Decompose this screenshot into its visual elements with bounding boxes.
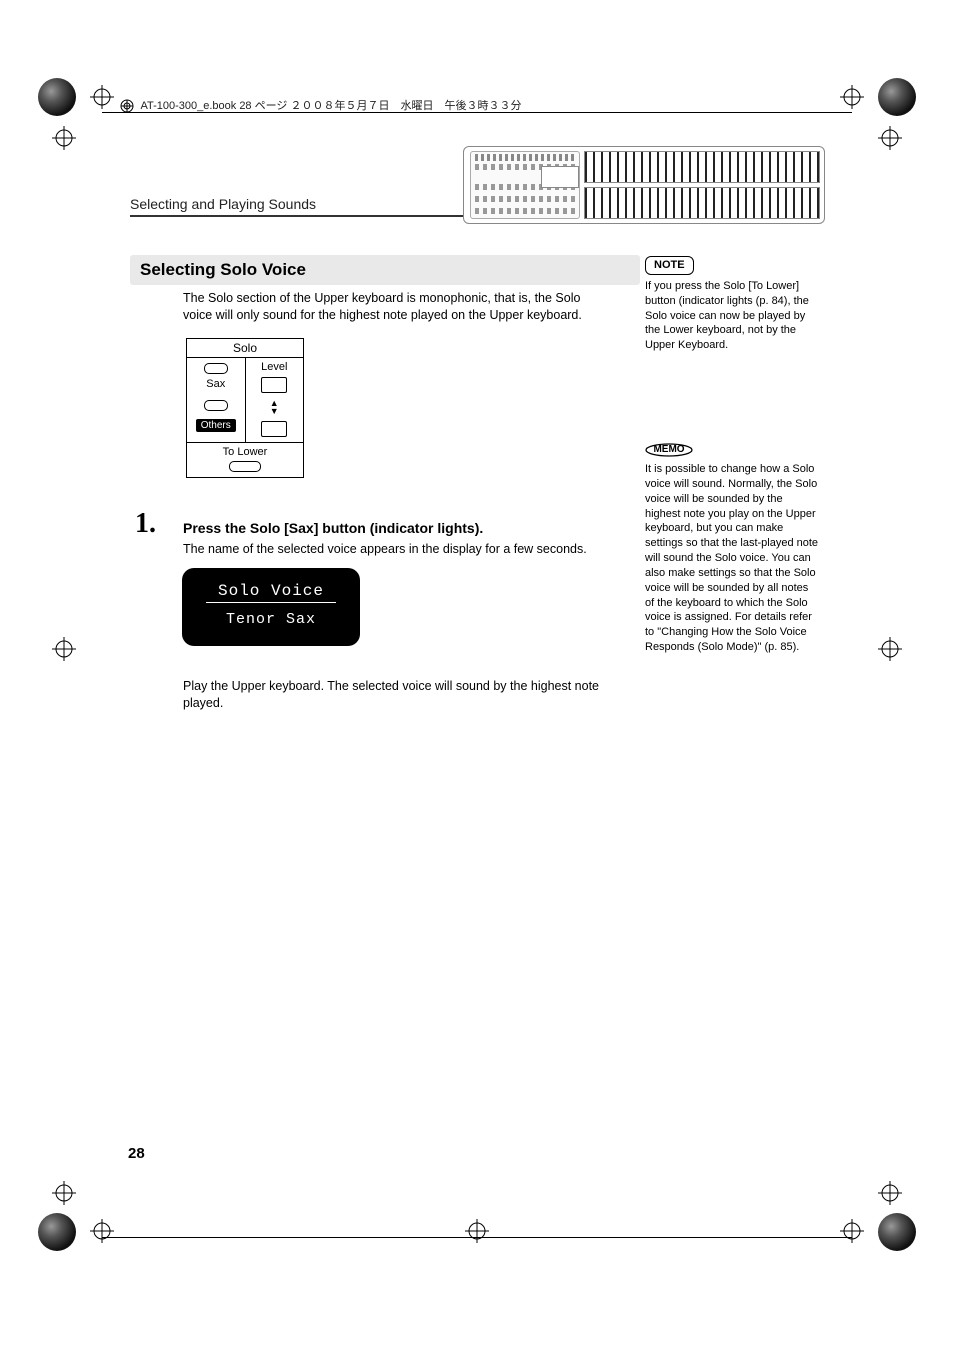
crop-mark [90,85,114,109]
level-up-button-icon [261,377,287,393]
registration-dot-tr [878,78,916,116]
registration-dot-tl [38,78,76,116]
to-lower-button-icon [229,461,261,472]
footer-rule [102,1237,852,1238]
level-label: Level [261,361,287,373]
sax-label: Sax [206,378,225,390]
note-block: NOTE If you press the Solo [To Lower] bu… [645,256,820,353]
section-heading: Selecting Solo Voice [130,255,640,285]
others-led-icon [204,400,228,411]
header-rule [102,112,852,113]
registration-dot-bl [38,1213,76,1251]
lcd-display: Solo Voice Tenor Sax [186,572,356,642]
memo-block: MEMO It is possible to change how a Solo… [645,440,820,655]
memo-text: It is possible to change how a Solo voic… [645,462,820,655]
print-header-meta: AT-100-300_e.book 28 ページ ２００８年５月７日 水曜日 午… [120,97,521,113]
running-head: Selecting and Playing Sounds [130,196,316,212]
print-header-text: AT-100-300_e.book 28 ページ ２００８年５月７日 水曜日 午… [140,100,521,112]
upper-keys [584,151,820,183]
crop-mark [840,1219,864,1243]
to-lower-label: To Lower [187,446,303,458]
crop-mark [465,1219,489,1243]
crop-mark [840,85,864,109]
crop-mark [52,637,76,661]
lower-keys [584,187,820,219]
keyboard-illustration [463,146,825,224]
book-spiral-icon [120,99,134,113]
crop-mark [878,1181,902,1205]
registration-dot-br [878,1213,916,1251]
svg-text:MEMO: MEMO [653,444,684,455]
page-number: 28 [128,1145,145,1162]
crop-mark [52,126,76,150]
solo-panel-title: Solo [187,339,303,358]
step-heading: Press the Solo [Sax] button (indicator l… [183,520,483,536]
keyboard-panel [470,151,580,219]
step-body-1: The name of the selected voice appears i… [183,542,613,556]
crop-mark [878,126,902,150]
level-down-button-icon [261,421,287,437]
step-number: 1. [135,508,156,540]
sax-led-icon [204,363,228,374]
crop-mark [878,637,902,661]
lcd-line-1: Solo Voice [206,582,336,603]
note-badge: NOTE [645,256,694,275]
note-text: If you press the Solo [To Lower] button … [645,279,820,353]
section-intro: The Solo section of the Upper keyboard i… [183,290,613,324]
solo-panel-diagram: Solo Sax Others Level ▲▼ To Lower [186,338,304,478]
crop-mark [90,1219,114,1243]
memo-badge-icon: MEMO [645,440,820,458]
step-body-2: Play the Upper keyboard. The selected vo… [183,678,613,712]
crop-mark [52,1181,76,1205]
level-arrows-icon: ▲▼ [270,399,279,415]
others-label: Others [196,419,236,432]
lcd-line-2: Tenor Sax [226,611,316,628]
